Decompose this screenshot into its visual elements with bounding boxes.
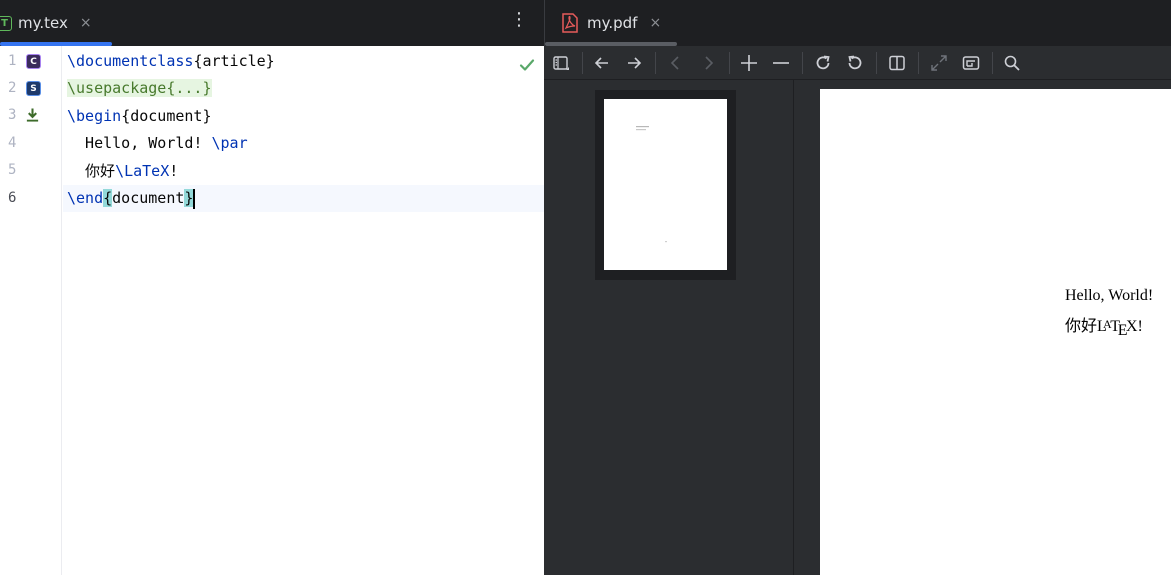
page-thumbnail-panel[interactable] xyxy=(544,80,794,575)
code-token: Hello, World! xyxy=(67,134,212,152)
code-line-6[interactable]: \end{document} xyxy=(63,185,544,212)
pdf-file-icon xyxy=(562,13,578,33)
pdf-viewer-pane: my.pdf × Hello, World! 你好LATEX! xyxy=(544,0,1171,575)
code-line-5[interactable]: 你好\LaTeX! xyxy=(63,158,544,185)
tex-file-icon: T xyxy=(0,15,12,31)
previous-page-icon[interactable] xyxy=(665,52,687,74)
code-token: document xyxy=(112,189,185,207)
pdf-text: 你好 xyxy=(1065,318,1098,335)
tex-file-icon-letter: T xyxy=(1,17,8,29)
folded-region[interactable]: \usepackage{...} xyxy=(67,79,212,97)
toolbar-separator xyxy=(918,52,919,74)
tab-label: my.pdf xyxy=(587,14,638,32)
tab-my-pdf[interactable]: my.pdf × xyxy=(545,0,671,46)
package-icon[interactable]: S xyxy=(26,81,41,96)
matched-brace: { xyxy=(103,189,113,207)
package-icon-letter: S xyxy=(30,83,37,94)
line-number: 4 xyxy=(8,135,17,151)
fullscreen-icon[interactable] xyxy=(928,52,950,74)
line-number: 3 xyxy=(8,107,17,123)
toolbar-separator xyxy=(876,52,877,74)
back-arrow-icon[interactable] xyxy=(591,52,613,74)
zoom-out-icon[interactable] xyxy=(770,52,792,74)
code-token: \LaTeX xyxy=(115,162,170,180)
line-number: 6 xyxy=(8,190,17,206)
editor-pane: T my.tex × ⋮ 1 2 3 4 5 6 C S \documentcl… xyxy=(0,0,544,575)
pdf-tab-bar: my.pdf × xyxy=(544,0,1171,46)
line-number: 2 xyxy=(8,80,17,96)
pdf-page[interactable]: Hello, World! 你好LATEX! xyxy=(820,89,1171,575)
rotate-counterclockwise-icon[interactable] xyxy=(844,52,866,74)
tab-label: my.tex xyxy=(18,14,68,32)
document-class-icon-letter: C xyxy=(30,56,37,67)
pdf-text: ! xyxy=(1137,318,1143,335)
split-view-icon[interactable] xyxy=(886,52,908,74)
tab-my-tex[interactable]: T my.tex × xyxy=(0,0,112,46)
code-editor[interactable]: \documentclass{article} \usepackage{...}… xyxy=(63,46,544,575)
line-number: 1 xyxy=(8,53,17,69)
toolbar-separator xyxy=(729,52,730,74)
code-line-2[interactable]: \usepackage{...} xyxy=(63,75,544,102)
code-line-3[interactable]: \begin{document} xyxy=(63,103,544,130)
close-tab-icon[interactable]: × xyxy=(649,15,661,31)
matched-brace: } xyxy=(184,189,194,207)
viewer-gutter xyxy=(795,80,820,575)
code-token: \par xyxy=(211,134,248,152)
next-page-icon[interactable] xyxy=(697,52,719,74)
page-thumbnail-selected[interactable] xyxy=(595,90,736,280)
code-token: \end xyxy=(67,189,104,207)
pdf-text-line: Hello, World! xyxy=(1065,287,1154,304)
check-icon[interactable] xyxy=(518,56,536,79)
toolbar-separator xyxy=(992,52,993,74)
page-thumbnail[interactable] xyxy=(604,99,727,270)
code-token: 你好 xyxy=(67,162,116,180)
code-token: ! xyxy=(169,162,179,180)
more-options-icon[interactable]: ⋮ xyxy=(510,11,528,29)
pdf-toolbar xyxy=(544,46,1171,80)
rotate-clockwise-icon[interactable] xyxy=(812,52,834,74)
code-token: {document} xyxy=(121,107,212,125)
close-tab-icon[interactable]: × xyxy=(80,15,92,31)
forward-arrow-icon[interactable] xyxy=(623,52,645,74)
zoom-in-icon[interactable] xyxy=(738,52,760,74)
code-token: \documentclass xyxy=(67,52,194,70)
toolbar-separator xyxy=(582,52,583,74)
thumbnail-preview xyxy=(636,126,667,243)
text-caret xyxy=(193,188,196,209)
gutter: 1 2 3 4 5 6 C S xyxy=(0,46,62,575)
code-line-4[interactable]: Hello, World! \par xyxy=(63,130,544,157)
code-line-1[interactable]: \documentclass{article} xyxy=(63,48,544,75)
toolbar-separator xyxy=(802,52,803,74)
pdf-text-line: 你好LATEX! xyxy=(1065,312,1143,340)
logo-letter: X xyxy=(1125,318,1138,335)
fit-page-icon[interactable] xyxy=(960,52,982,74)
search-icon[interactable] xyxy=(1001,52,1023,74)
code-token: \begin xyxy=(67,107,122,125)
toggle-sidebar-icon[interactable] xyxy=(550,52,572,74)
document-class-icon[interactable]: C xyxy=(26,54,41,69)
download-icon[interactable] xyxy=(25,107,40,122)
editor-tab-bar: T my.tex × ⋮ xyxy=(0,0,544,46)
latex-logo: LATEX xyxy=(1097,317,1138,339)
toolbar-separator xyxy=(655,52,656,74)
code-token: {article} xyxy=(193,52,275,70)
line-number: 5 xyxy=(8,162,17,178)
